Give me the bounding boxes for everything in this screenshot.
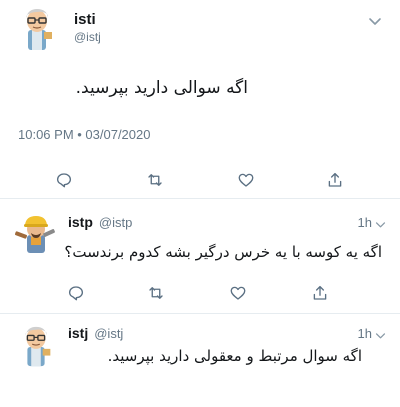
display-name[interactable]: istj <box>68 325 88 341</box>
tweet-text: اگه یه کوسه با یه خرس درگیر بشه کدوم برن… <box>64 243 382 261</box>
main-tweet: isti @istj اگه سوالی دارید بپرسید. 10:06… <box>0 0 400 199</box>
scientist-avatar[interactable] <box>14 324 58 368</box>
display-name[interactable]: isti <box>74 11 96 28</box>
tweet-timestamp[interactable]: 10:06 PM • 03/07/2020 <box>18 127 150 142</box>
time-ago[interactable]: 1h <box>358 326 372 341</box>
time-ago[interactable]: 1h <box>358 215 372 230</box>
reply-icon[interactable] <box>54 170 74 190</box>
chevron-down-icon[interactable] <box>375 328 386 339</box>
tweet-text: اگه سوالی دارید بپرسید. <box>75 78 248 98</box>
tweet-text: اگه سوال مرتبط و معقولی دارید بپرسید. <box>107 347 362 365</box>
reply-header: istp @istp <box>68 214 132 230</box>
action-bar <box>0 283 400 305</box>
action-bar <box>0 170 400 192</box>
chevron-down-icon[interactable] <box>375 217 386 228</box>
user-handle[interactable]: @istj <box>94 326 123 341</box>
reply-tweet: istj @istj 1h اگه سوال مرتبط و معقولی دا… <box>0 314 400 407</box>
reply-tweet: istp @istp 1h اگه یه کوسه با یه خرس درگی… <box>0 199 400 314</box>
scientist-avatar[interactable] <box>14 6 60 52</box>
user-handle[interactable]: @istj <box>74 30 101 44</box>
reply-header: istj @istj <box>68 325 123 341</box>
user-handle[interactable]: @istp <box>99 215 132 230</box>
retweet-icon[interactable] <box>146 283 166 303</box>
retweet-icon[interactable] <box>145 170 165 190</box>
share-icon[interactable] <box>310 283 330 303</box>
display-name[interactable]: istp <box>68 214 93 230</box>
chevron-down-icon[interactable] <box>368 14 382 28</box>
reply-icon[interactable] <box>66 283 86 303</box>
like-icon[interactable] <box>236 170 256 190</box>
like-icon[interactable] <box>228 283 248 303</box>
builder-avatar[interactable] <box>14 211 58 255</box>
share-icon[interactable] <box>325 170 345 190</box>
